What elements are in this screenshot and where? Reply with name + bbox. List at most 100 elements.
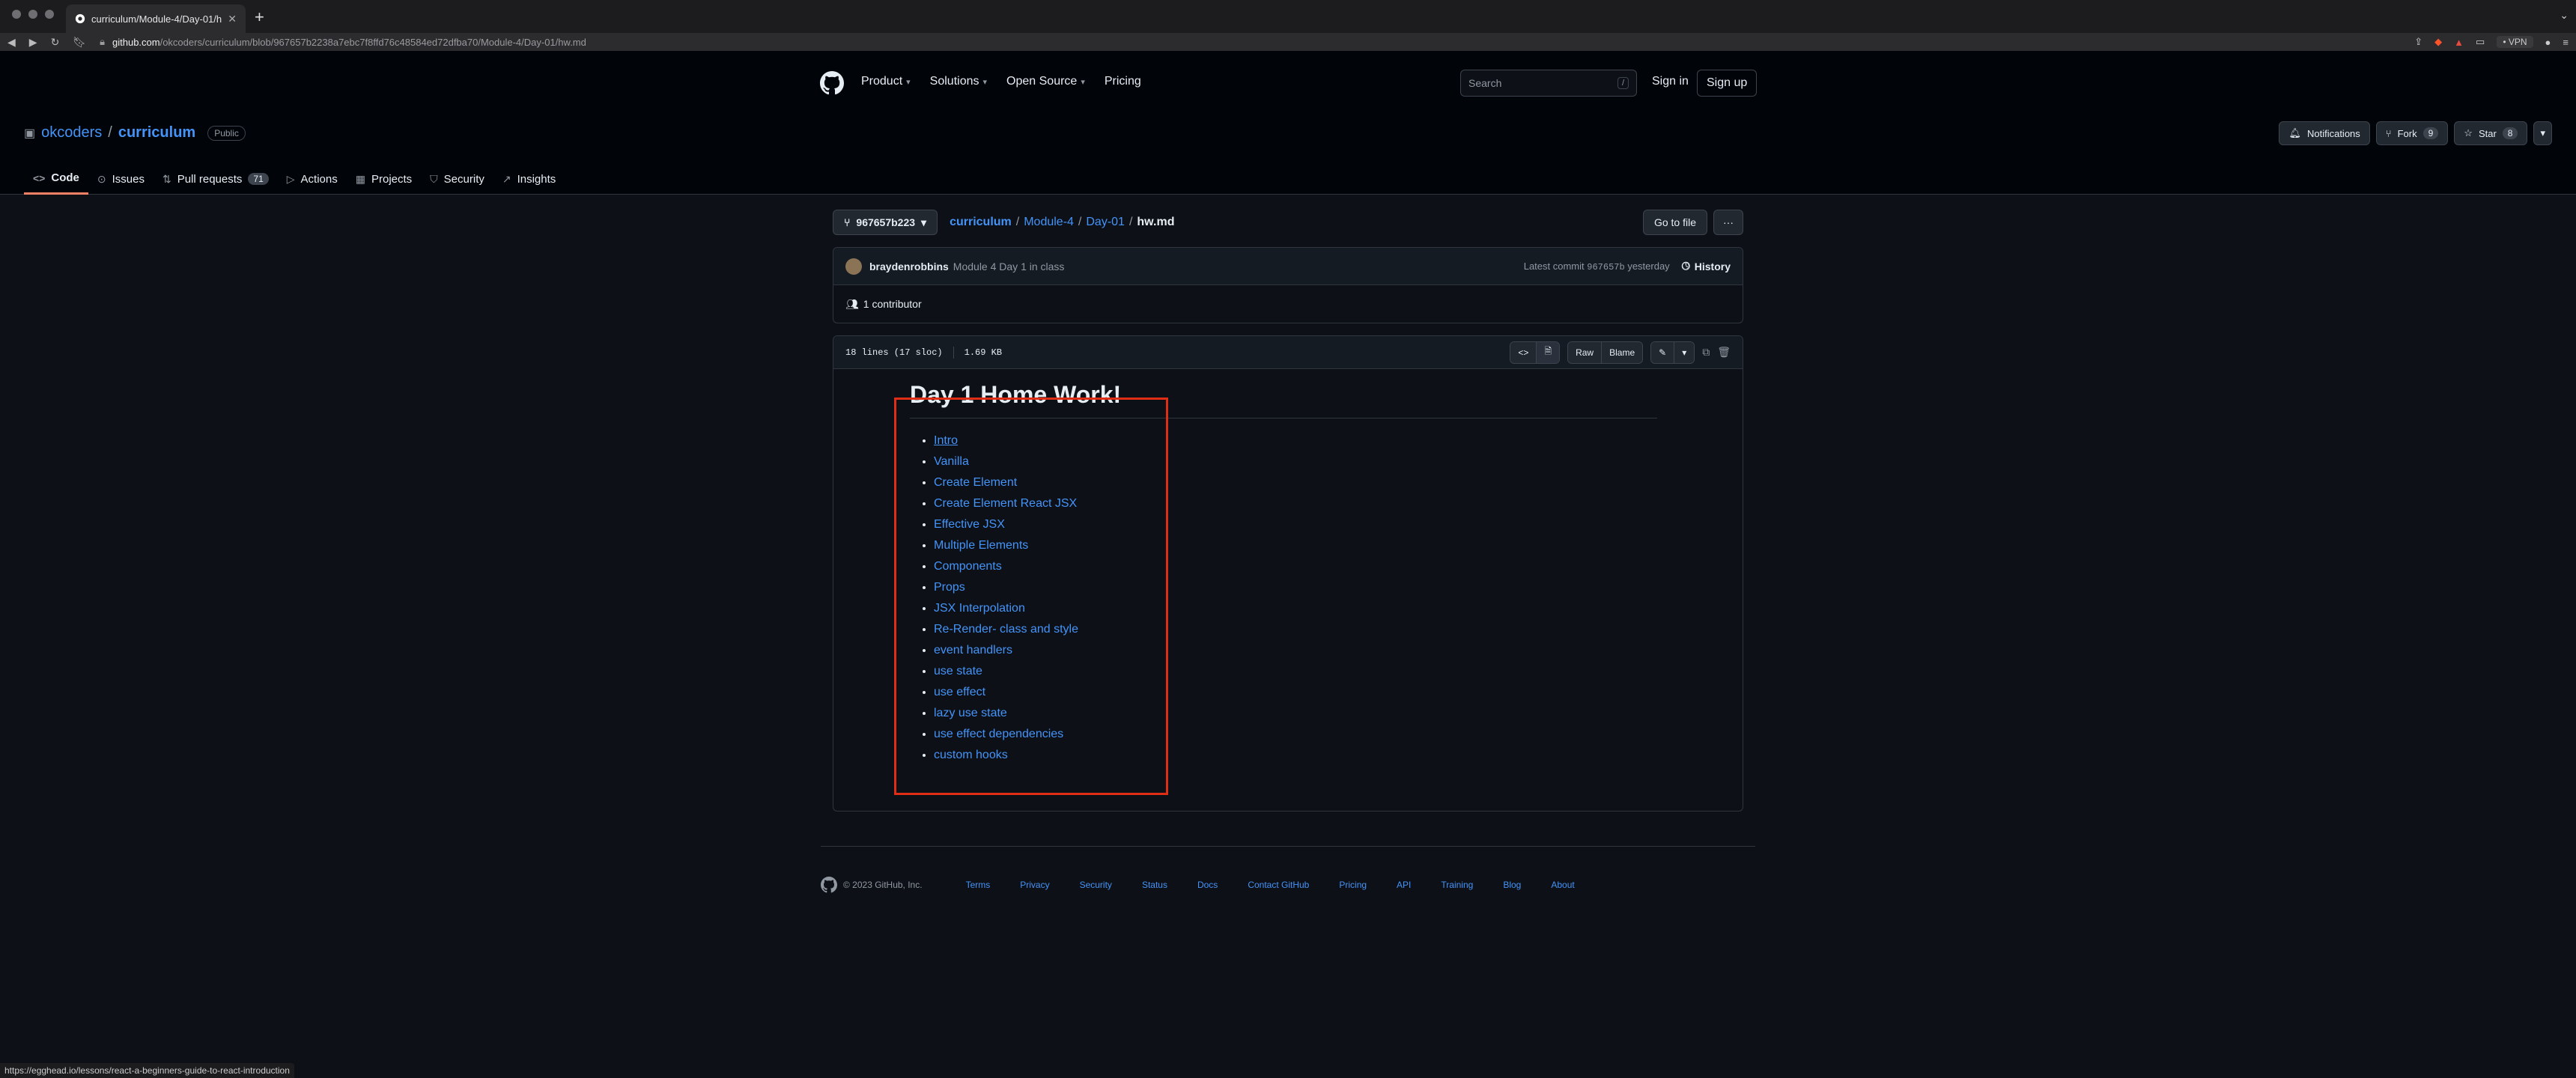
commit-author-link[interactable]: braydenrobbins	[869, 261, 949, 272]
commit-box: braydenrobbins Module 4 Day 1 in class L…	[833, 247, 1743, 323]
bookmark-icon[interactable]: 🔖︎	[73, 36, 86, 49]
repo-title: ▣ okcoders / curriculum Public	[24, 124, 246, 141]
contributors-label: 1 contributor	[863, 298, 922, 310]
code-view-icon[interactable]: <>	[1510, 341, 1537, 363]
avatar[interactable]	[845, 258, 862, 275]
path-separator: /	[1015, 216, 1020, 228]
github-logo-icon[interactable]	[821, 877, 837, 893]
fork-button[interactable]: ⑂ Fork 9	[2375, 121, 2449, 145]
breadcrumb-module-link[interactable]: Module-4	[1024, 216, 1074, 229]
footer-link-docs[interactable]: Docs	[1197, 880, 1218, 890]
tab-list-chevron-icon[interactable]: ⌄	[2560, 9, 2569, 22]
search-input[interactable]: Search /	[1460, 70, 1637, 97]
footer-link-about[interactable]: About	[1551, 880, 1574, 890]
notifications-button[interactable]: 🔔︎ Notifications	[2279, 121, 2370, 145]
graph-icon: ↗	[502, 172, 511, 185]
tab-issues[interactable]: ⊙ Issues	[88, 163, 154, 195]
chevron-down-icon: ▾	[982, 78, 988, 87]
contributors-row[interactable]: 👥︎ 1 contributor	[833, 285, 1743, 323]
tab-insights[interactable]: ↗ Insights	[493, 163, 565, 195]
raw-button[interactable]: Raw	[1568, 341, 1603, 363]
menu-icon[interactable]: ≡	[2563, 37, 2569, 48]
path-separator: /	[1128, 216, 1133, 228]
branch-select-button[interactable]: ⑂ 967657b223 ▾	[833, 210, 938, 235]
projects-icon: ▦	[355, 172, 365, 185]
new-tab-button[interactable]: +	[255, 7, 264, 27]
zoom-window-icon[interactable]	[45, 10, 54, 19]
chevron-down-icon[interactable]: ▾	[1674, 341, 1695, 363]
footer-links: Terms Privacy Security Status Docs Conta…	[966, 880, 1575, 890]
back-icon[interactable]: ◀	[7, 36, 16, 49]
fork-icon: ⑂	[2385, 127, 2392, 139]
footer-link-privacy[interactable]: Privacy	[1020, 880, 1049, 890]
repo-owner-link[interactable]: okcoders	[41, 124, 102, 141]
footer-link-terms[interactable]: Terms	[966, 880, 991, 890]
sidebar-icon[interactable]: ▭	[2476, 36, 2485, 48]
star-button[interactable]: ☆ Star 8	[2454, 121, 2528, 145]
file-toolbar: <> 🗎︎ Raw Blame ✎ ▾ ⧉ 🗑︎	[1510, 341, 1731, 364]
nav-pricing[interactable]: Pricing	[1105, 75, 1141, 88]
profile-avatar[interactable]: ●	[2545, 37, 2551, 48]
preview-view-icon[interactable]: 🗎︎	[1537, 341, 1560, 363]
trash-icon[interactable]: 🗑︎	[1717, 346, 1731, 359]
commit-sha-link[interactable]: 967657b	[1587, 262, 1624, 272]
tab-code[interactable]: <> Code	[24, 163, 88, 195]
blame-button[interactable]: Blame	[1602, 341, 1643, 363]
file-breadcrumb-row: ⑂ 967657b223 ▾ curriculum / Module-4 / D…	[833, 210, 1743, 235]
branch-icon: ⑂	[844, 216, 851, 228]
pull-request-icon: ⇅	[162, 172, 171, 185]
vpn-button[interactable]: • VPN	[2497, 36, 2533, 48]
latest-commit-info: Latest commit 967657b yesterday	[1524, 261, 1670, 272]
page-footer: © 2023 GitHub, Inc. Terms Privacy Securi…	[821, 846, 1755, 893]
footer-link-status[interactable]: Status	[1142, 880, 1167, 890]
footer-link-api[interactable]: API	[1397, 880, 1411, 890]
pencil-icon[interactable]: ✎	[1651, 341, 1675, 363]
footer-copyright: © 2023 GitHub, Inc.	[821, 877, 923, 893]
minimize-window-icon[interactable]	[28, 10, 37, 19]
window-controls[interactable]	[12, 10, 54, 19]
browser-toolbar: ◀ ▶ ↻ 🔖︎ 🔒︎ github.com/okcoders/curricul…	[0, 33, 2576, 51]
sign-in-link[interactable]: Sign in	[1652, 75, 1689, 88]
tab-actions[interactable]: ▷ Actions	[278, 163, 347, 195]
star-label: Star	[2478, 127, 2497, 139]
line-count: 18 lines (17 sloc)	[845, 347, 943, 358]
copy-icon[interactable]: ⧉	[1702, 346, 1710, 359]
path-separator: /	[1078, 216, 1082, 228]
footer-link-security[interactable]: Security	[1080, 880, 1112, 890]
repo-actions: 🔔︎ Notifications ⑂ Fork 9 ☆ Star 8 ▾	[2279, 121, 2552, 145]
breadcrumb-day-link[interactable]: Day-01	[1086, 216, 1125, 229]
divider	[953, 346, 954, 359]
github-logo-icon[interactable]	[820, 71, 844, 95]
repo-name-link[interactable]: curriculum	[118, 124, 195, 141]
star-dropdown-button[interactable]: ▾	[2533, 121, 2552, 145]
footer-link-contact[interactable]: Contact GitHub	[1248, 880, 1309, 890]
reload-icon[interactable]: ↻	[51, 36, 60, 49]
more-options-button[interactable]: ···	[1713, 210, 1743, 235]
nav-open-source[interactable]: Open Source ▾	[1006, 75, 1085, 88]
tab-projects[interactable]: ▦ Projects	[347, 163, 421, 195]
breadcrumb-repo-link[interactable]: curriculum	[950, 216, 1012, 229]
nav-solutions[interactable]: Solutions ▾	[930, 75, 987, 88]
latest-commit-row: braydenrobbins Module 4 Day 1 in class L…	[833, 248, 1743, 285]
rewards-icon[interactable]: ▲	[2454, 37, 2464, 48]
footer-link-pricing[interactable]: Pricing	[1339, 880, 1367, 890]
repo-tabs: <> Code ⊙ Issues ⇅ Pull requests 71 ▷ Actions…	[24, 163, 565, 195]
sign-up-button[interactable]: Sign up	[1697, 70, 1758, 97]
footer-link-blog[interactable]: Blog	[1503, 880, 1521, 890]
footer-link-training[interactable]: Training	[1441, 880, 1473, 890]
close-window-icon[interactable]	[12, 10, 21, 19]
go-to-file-button[interactable]: Go to file	[1642, 210, 1707, 235]
chevron-down-icon: ▾	[921, 216, 927, 228]
brave-shield-icon[interactable]: ◆	[2434, 36, 2442, 48]
history-link[interactable]: 🕓︎ History	[1682, 260, 1731, 272]
close-tab-icon[interactable]: ✕	[228, 13, 237, 25]
address-bar[interactable]: 🔒︎ github.com/okcoders/curriculum/blob/9…	[100, 34, 2401, 50]
tab-security[interactable]: ⛉ Security	[421, 163, 493, 195]
tab-pull-requests[interactable]: ⇅ Pull requests 71	[154, 163, 278, 195]
nav-product[interactable]: Product ▾	[861, 75, 911, 88]
commit-message-link[interactable]: Module 4 Day 1 in class	[953, 261, 1065, 272]
browser-tab[interactable]: curriculum/Module-4/Day-01/hw.md ✕	[66, 4, 246, 33]
share-icon[interactable]: ⇪	[2414, 36, 2422, 48]
lock-icon: 🔒︎	[100, 36, 105, 47]
forward-icon[interactable]: ▶	[29, 36, 37, 49]
